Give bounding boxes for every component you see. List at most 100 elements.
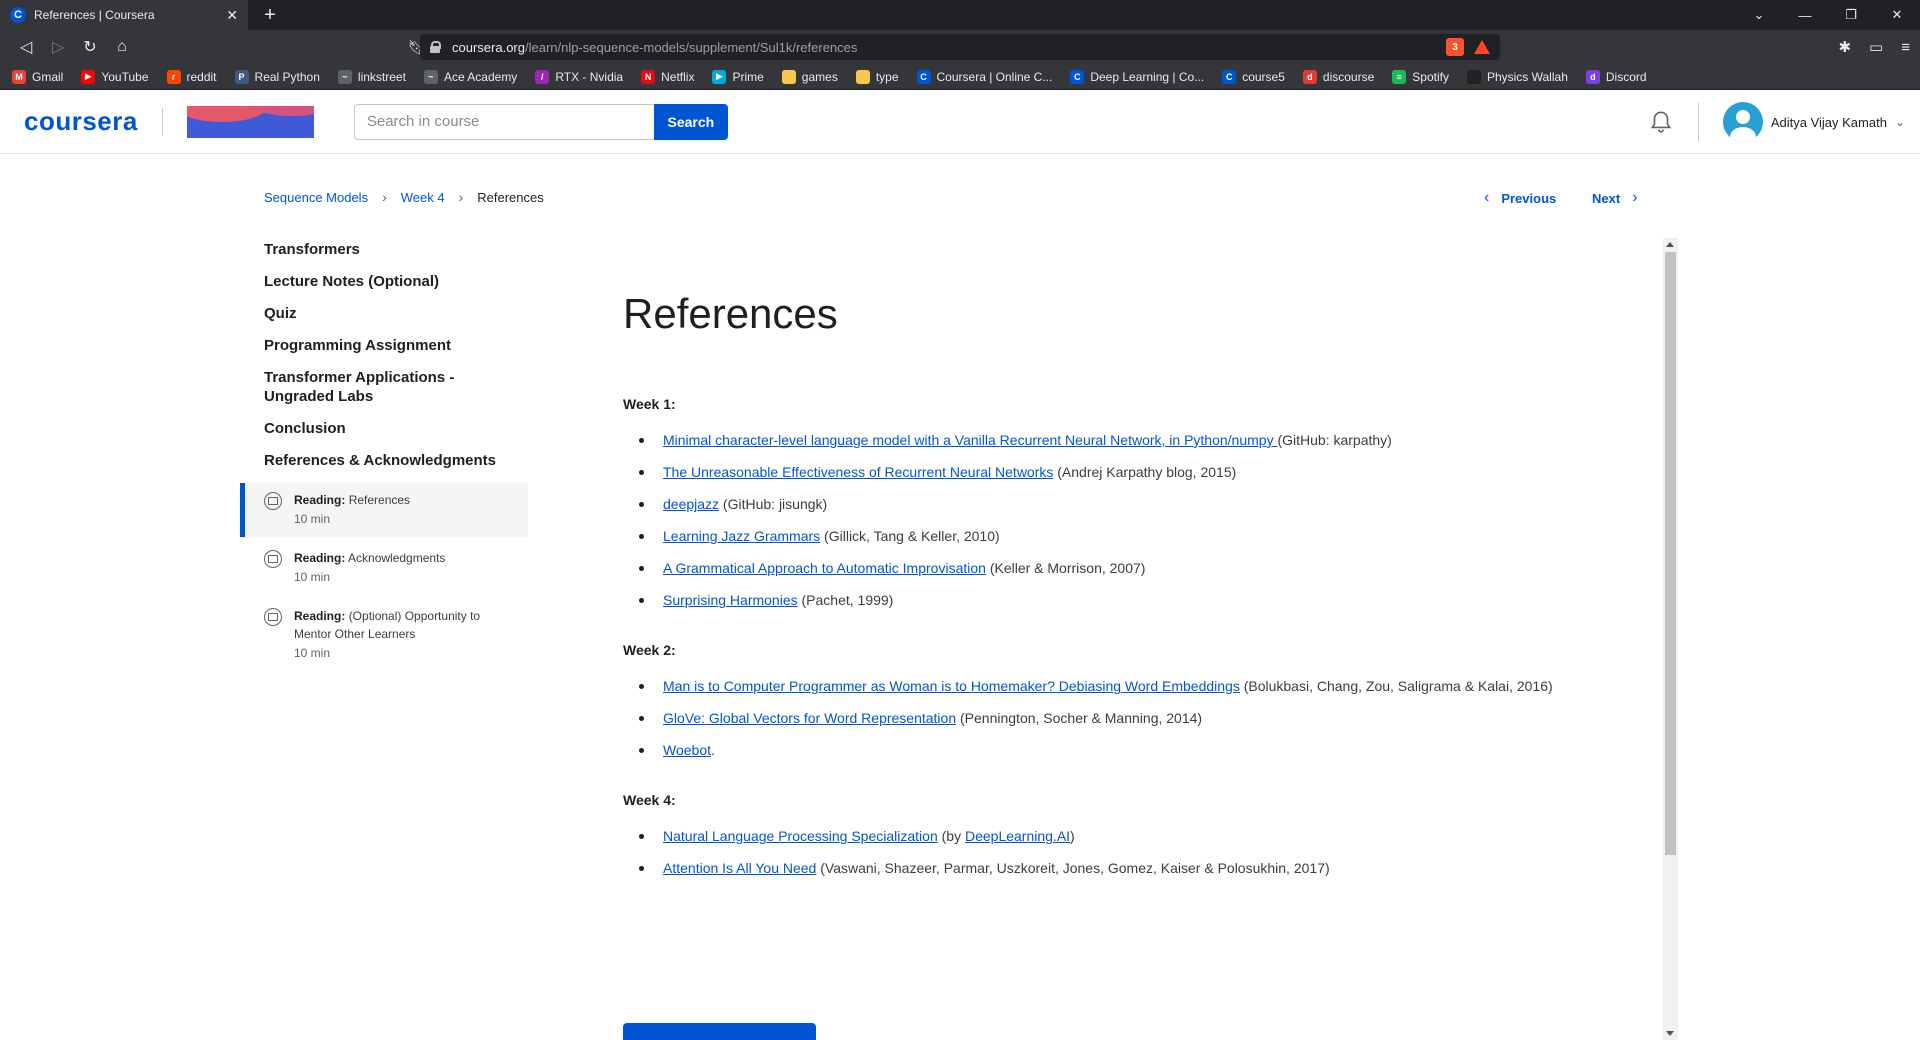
scroll-up-arrow-icon[interactable]	[1666, 242, 1674, 247]
reference-note: (Andrej Karpathy blog, 2015)	[1053, 464, 1237, 480]
bookmark-label: Physics Wallah	[1486, 69, 1568, 84]
reference-link[interactable]: Learning Jazz Grammars	[663, 528, 820, 544]
bookmark-item[interactable]: ▶ YouTube	[81, 69, 149, 84]
search-bar: Search	[353, 103, 728, 140]
bookmark-item[interactable]: C Deep Learning | Co...	[1070, 69, 1204, 84]
search-button[interactable]: Search	[653, 103, 728, 140]
reference-link[interactable]: Attention Is All You Need	[663, 860, 816, 876]
bookmark-icon: d	[1585, 69, 1600, 84]
address-bar[interactable]: coursera.org/learn/nlp-sequence-models/s…	[420, 34, 1500, 60]
tab-search-icon[interactable]: ⌄	[1736, 7, 1782, 23]
bookmark-item[interactable]: M Gmail	[12, 69, 63, 84]
bookmark-item[interactable]: ~ linkstreet	[337, 69, 406, 84]
bookmark-item[interactable]: d discourse	[1302, 69, 1374, 84]
breadcrumb-course[interactable]: Sequence Models	[264, 190, 368, 205]
bookmark-item[interactable]: ▶ Prime	[712, 69, 764, 84]
page-title: References	[623, 290, 838, 337]
home-button[interactable]: ⌂	[106, 38, 138, 56]
minimize-button[interactable]: —	[1782, 8, 1828, 23]
notifications-bell-icon[interactable]	[1648, 109, 1674, 135]
lock-icon[interactable]	[430, 41, 441, 53]
sidebar-item[interactable]: Quiz	[240, 304, 528, 323]
reference-link[interactable]: Minimal character-level language model w…	[663, 432, 1277, 448]
user-name[interactable]: Aditya Vijay Kamath	[1771, 115, 1887, 130]
reference-item: A Grammatical Approach to Automatic Impr…	[623, 556, 1623, 580]
reference-link[interactable]: A Grammatical Approach to Automatic Impr…	[663, 560, 986, 576]
reference-list: Minimal character-level language model w…	[623, 428, 1623, 612]
tab-title: References | Coursera	[34, 8, 155, 22]
close-tab-icon[interactable]: ✕	[226, 7, 238, 24]
sidebar-item[interactable]: Programming Assignment	[240, 336, 528, 355]
browser-tab[interactable]: C References | Coursera ✕	[0, 0, 248, 30]
bookmark-label: Prime	[732, 69, 764, 84]
reference-note: .	[711, 742, 715, 758]
reference-link[interactable]: Surprising Harmonies	[663, 592, 798, 608]
reference-link[interactable]: GloVe: Global Vectors for Word Represent…	[663, 710, 956, 726]
mark-complete-button[interactable]	[623, 1023, 816, 1040]
back-button[interactable]: ◁	[10, 37, 42, 57]
bookmark-item[interactable]: ≡ Spotify	[1392, 69, 1449, 84]
partner-logo[interactable]	[186, 105, 314, 138]
wallet-icon[interactable]: ▭	[1869, 38, 1883, 56]
extensions-icon[interactable]: ✱	[1838, 38, 1851, 56]
reload-button[interactable]: ↻	[74, 37, 106, 57]
restore-button[interactable]: ❐	[1828, 7, 1874, 23]
bookmark-label: Netflix	[661, 69, 695, 84]
user-avatar-icon[interactable]	[1722, 102, 1763, 142]
next-button[interactable]: Next ›	[1592, 189, 1638, 207]
previous-button[interactable]: ‹ Previous	[1484, 189, 1556, 207]
sidebar-item[interactable]: References & Acknowledgments	[240, 451, 528, 470]
reference-note: (by	[937, 828, 965, 844]
bookmark-item[interactable]: games	[781, 69, 838, 84]
bookmark-item[interactable]: ~ Ace Academy	[423, 69, 517, 84]
scroll-down-arrow-icon[interactable]	[1666, 1031, 1674, 1036]
reference-link[interactable]: Natural Language Processing Specializati…	[663, 828, 938, 844]
brave-rewards-icon[interactable]	[1474, 40, 1490, 54]
sidebar-reading-item[interactable]: Reading: References 10 min	[240, 483, 528, 537]
logo-divider	[161, 107, 163, 136]
forward-button[interactable]: ▷	[42, 37, 74, 57]
sidebar-reading-item[interactable]: Reading: Acknowledgments 10 min	[240, 541, 528, 595]
new-tab-button[interactable]: +	[258, 4, 282, 27]
bookmark-label: reddit	[186, 69, 217, 84]
close-window-button[interactable]: ✕	[1874, 7, 1920, 23]
bookmark-item[interactable]: r reddit	[166, 69, 217, 84]
bookmark-item[interactable]: / RTX - Nvidia	[535, 69, 623, 84]
bookmark-item[interactable]: P Real Python	[234, 69, 320, 84]
menu-icon[interactable]: ≡	[1901, 39, 1910, 56]
brave-shields-icon[interactable]: 3	[1446, 38, 1464, 56]
reference-item: Natural Language Processing Specializati…	[623, 824, 1623, 848]
bookmark-item[interactable]: d Discord	[1585, 69, 1647, 84]
browser-tab-bar: C References | Coursera ✕ + ⌄ — ❐ ✕	[0, 0, 1920, 30]
reading-info: Reading: References 10 min	[294, 491, 410, 529]
reference-link[interactable]: Man is to Computer Programmer as Woman i…	[663, 678, 1240, 694]
sidebar-reading-item[interactable]: Reading: (Optional) Opportunity to Mento…	[240, 599, 528, 671]
scroll-thumb[interactable]	[1665, 252, 1676, 855]
bookmark-item[interactable]: C Coursera | Online C...	[916, 69, 1052, 84]
reference-item: GloVe: Global Vectors for Word Represent…	[623, 706, 1623, 730]
reference-link[interactable]: Woebot	[663, 742, 711, 758]
search-input[interactable]	[353, 103, 654, 140]
reference-link[interactable]: The Unreasonable Effectiveness of Recurr…	[663, 464, 1053, 480]
sidebar-item[interactable]: Transformers	[240, 240, 528, 259]
bookmark-item[interactable]: Ccourse5	[1222, 69, 1285, 84]
coursera-logo[interactable]: coursera	[24, 106, 138, 137]
reference-note: (Gillick, Tang & Keller, 2010)	[820, 528, 1000, 544]
reference-note: (Pachet, 1999)	[797, 592, 894, 608]
sidebar-item[interactable]: Transformer Applications - Ungraded Labs	[240, 368, 493, 406]
reference-list: Man is to Computer Programmer as Woman i…	[623, 674, 1623, 762]
bookmark-item[interactable]: Physics Wallah	[1466, 69, 1568, 84]
chevron-down-icon[interactable]: ⌄	[1895, 115, 1905, 129]
breadcrumb-week[interactable]: Week 4	[401, 190, 445, 205]
reference-link[interactable]: deepjazz	[663, 496, 719, 512]
bookmark-label: course5	[1242, 69, 1285, 84]
sidebar-item[interactable]: Conclusion	[240, 419, 528, 438]
bookmark-icon: d	[1302, 69, 1317, 84]
content-scrollbar[interactable]	[1663, 238, 1678, 1040]
sidebar-item[interactable]: Lecture Notes (Optional)	[240, 272, 528, 291]
bookmark-label: type	[875, 69, 899, 84]
bookmark-item[interactable]: type	[855, 69, 899, 84]
reference-link[interactable]: DeepLearning.AI	[965, 828, 1070, 844]
reference-note: (Vaswani, Shazeer, Parmar, Uszkoreit, Jo…	[816, 860, 1330, 876]
bookmark-item[interactable]: N Netflix	[641, 69, 695, 84]
